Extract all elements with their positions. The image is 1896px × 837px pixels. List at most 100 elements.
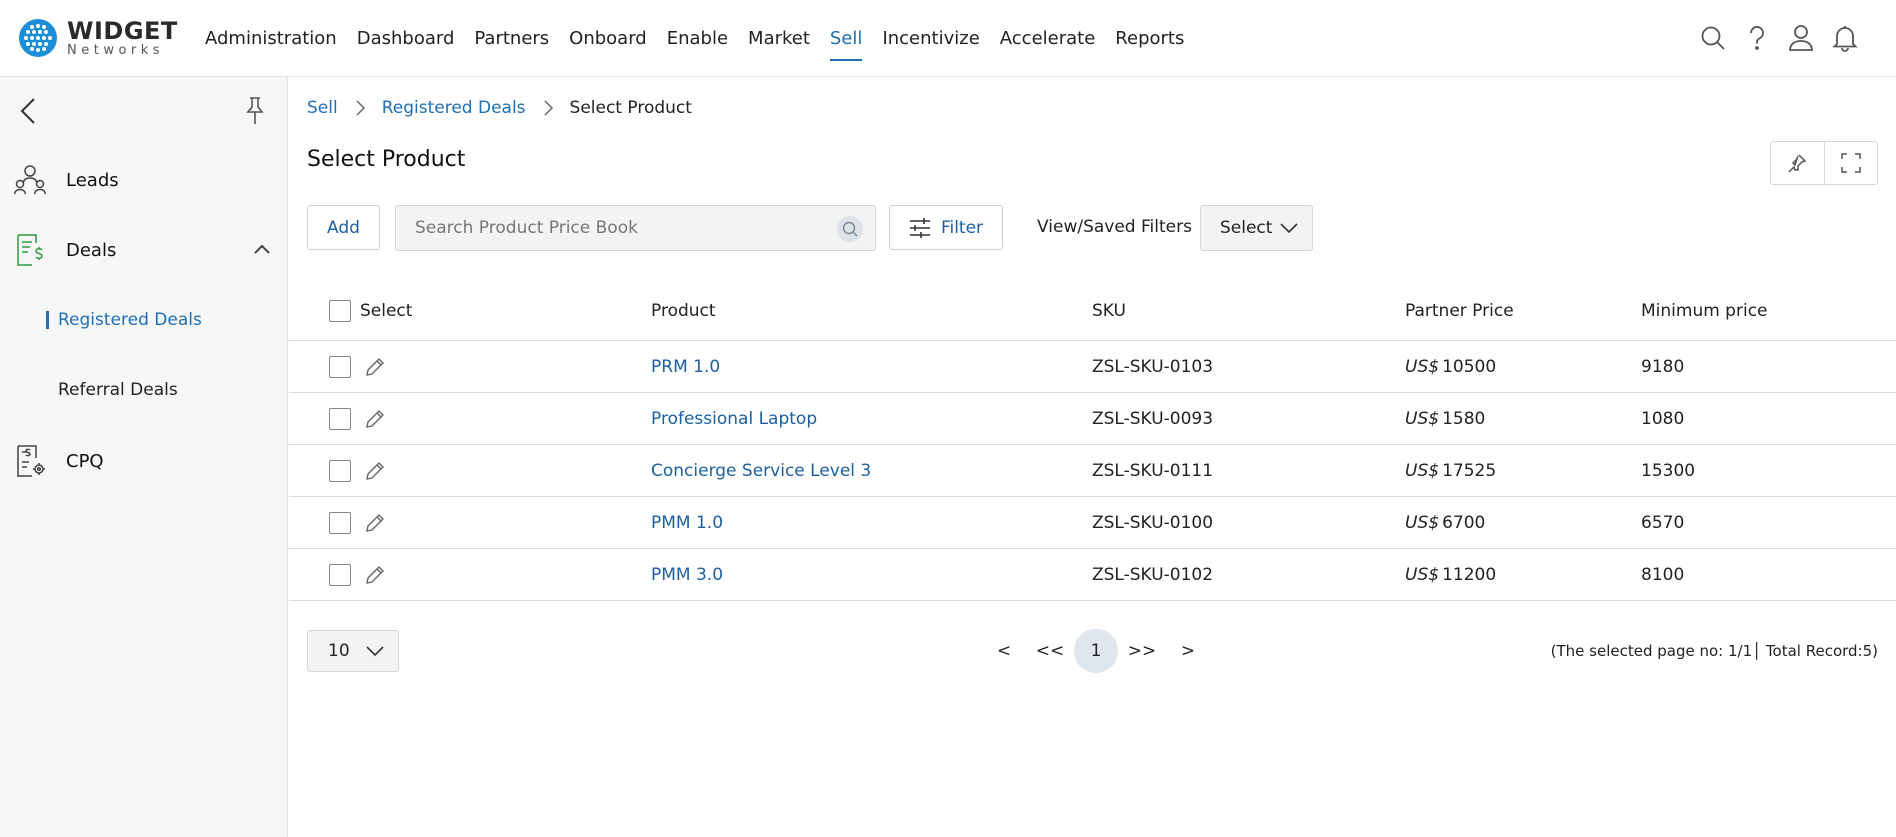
- currency: US$: [1405, 512, 1440, 533]
- page-size-value: 10: [328, 641, 350, 661]
- product-link[interactable]: PRM 1.0: [651, 341, 720, 392]
- pin-view-button[interactable]: [1771, 142, 1824, 184]
- currency: US$: [1405, 460, 1440, 481]
- minimum-price: 6570: [1641, 512, 1685, 533]
- deals-icon: [17, 234, 43, 266]
- row-checkbox[interactable]: [329, 407, 351, 430]
- product-link[interactable]: PMM 1.0: [651, 497, 723, 548]
- sidebar-subitem-registered-deals[interactable]: Registered Deals: [46, 310, 202, 330]
- expand-icon: [1841, 153, 1861, 173]
- add-button[interactable]: Add: [307, 205, 380, 250]
- currency: US$: [1405, 356, 1440, 377]
- user-icon[interactable]: [1786, 20, 1816, 56]
- sku-cell: ZSL-SKU-0093: [1092, 408, 1214, 429]
- edit-icon[interactable]: [364, 512, 386, 534]
- page-number-button[interactable]: 1: [1074, 629, 1118, 673]
- minimum-price: 1080: [1641, 408, 1685, 429]
- logo-title: WIDGET: [67, 17, 178, 45]
- nav-enable[interactable]: Enable: [667, 0, 728, 77]
- table-row: Concierge Service Level 3 ZSL-SKU-0111 U…: [289, 445, 1896, 497]
- search-icon[interactable]: [1698, 20, 1728, 56]
- sidebar-item-cpq[interactable]: CPQ: [14, 444, 272, 478]
- minimum-price: 15300: [1641, 460, 1696, 481]
- row-checkbox[interactable]: [329, 563, 351, 586]
- breadcrumb-registered-deals[interactable]: Registered Deals: [382, 98, 526, 118]
- main-content: Sell Registered Deals Select Product Sel…: [289, 77, 1896, 837]
- edit-icon[interactable]: [364, 564, 386, 586]
- row-checkbox[interactable]: [329, 511, 351, 534]
- nav-dashboard[interactable]: Dashboard: [357, 0, 455, 77]
- logo[interactable]: WIDGET Networks: [18, 18, 178, 58]
- sku-cell: ZSL-SKU-0111: [1092, 460, 1214, 481]
- page-size-select[interactable]: 10: [307, 630, 399, 672]
- partner-price: 10500: [1442, 356, 1497, 377]
- prev-page-button[interactable]: <: [982, 629, 1026, 673]
- row-checkbox[interactable]: [329, 355, 351, 378]
- sidebar-item-label: Leads: [66, 169, 119, 191]
- bell-icon[interactable]: [1830, 20, 1860, 56]
- sidebar-item-leads[interactable]: Leads: [14, 163, 272, 197]
- pin-icon: [246, 97, 264, 124]
- edit-icon[interactable]: [364, 408, 386, 430]
- search-input[interactable]: [396, 206, 875, 250]
- logo-icon: [19, 19, 57, 57]
- product-link[interactable]: Concierge Service Level 3: [651, 445, 871, 496]
- pin-icon: [1788, 154, 1807, 173]
- partner-price: 1580: [1442, 408, 1486, 429]
- chevron-left-icon: [20, 98, 35, 124]
- nav-reports[interactable]: Reports: [1115, 0, 1184, 77]
- sliders-icon: [909, 217, 930, 238]
- pin-sidebar-button[interactable]: [242, 95, 268, 127]
- edit-icon[interactable]: [364, 356, 386, 378]
- table-row: PMM 3.0 ZSL-SKU-0102 US$ 11200 8100: [289, 549, 1896, 601]
- next-page-button[interactable]: >: [1166, 629, 1210, 673]
- currency: US$: [1405, 408, 1440, 429]
- sidebar-item-label: Deals: [66, 239, 117, 261]
- sku-cell: ZSL-SKU-0100: [1092, 512, 1214, 533]
- filter-label: Filter: [940, 217, 984, 238]
- sidebar-subitem-referral-deals[interactable]: Referral Deals: [58, 380, 178, 400]
- products-table: Select Product SKU Partner Price Minimum…: [289, 281, 1896, 601]
- nav-administration[interactable]: Administration: [205, 0, 337, 77]
- page-info: (The selected page no: 1/1│ Total Record…: [1550, 642, 1878, 660]
- saved-filters-label: View/Saved Filters: [1037, 217, 1192, 237]
- header-sku: SKU: [1092, 300, 1126, 321]
- view-tools: [1770, 141, 1878, 185]
- header-product: Product: [651, 300, 716, 321]
- chevron-down-icon: [1280, 223, 1298, 234]
- nav-market[interactable]: Market: [748, 0, 810, 77]
- sidebar-item-deals[interactable]: Deals: [14, 233, 272, 267]
- fullscreen-button[interactable]: [1823, 142, 1877, 184]
- filter-button[interactable]: Filter: [889, 205, 1003, 250]
- breadcrumb-sell[interactable]: Sell: [307, 98, 338, 118]
- first-page-button[interactable]: <<: [1028, 629, 1072, 673]
- cpq-icon: [17, 445, 45, 477]
- saved-filters-select[interactable]: Select: [1200, 205, 1313, 251]
- nav-incentivize[interactable]: Incentivize: [882, 0, 979, 77]
- row-checkbox[interactable]: [329, 459, 351, 482]
- select-all-checkbox[interactable]: [329, 299, 351, 322]
- saved-filters-value: Select: [1220, 218, 1273, 238]
- header-partner-price: Partner Price: [1405, 300, 1514, 321]
- nav-accelerate[interactable]: Accelerate: [1000, 0, 1096, 77]
- edit-icon[interactable]: [364, 460, 386, 482]
- minimum-price: 9180: [1641, 356, 1685, 377]
- nav-onboard[interactable]: Onboard: [569, 0, 647, 77]
- chevron-down-icon: [366, 646, 384, 657]
- product-link[interactable]: PMM 3.0: [651, 549, 723, 600]
- product-link[interactable]: Professional Laptop: [651, 393, 817, 444]
- last-page-button[interactable]: >>: [1120, 629, 1164, 673]
- chevron-right-icon: [544, 100, 553, 116]
- sku-cell: ZSL-SKU-0102: [1092, 564, 1214, 585]
- nav-sell[interactable]: Sell: [829, 0, 862, 77]
- page-title: Select Product: [307, 147, 466, 172]
- search-icon[interactable]: [837, 216, 863, 242]
- chevron-up-icon[interactable]: [252, 239, 272, 259]
- search-field: [395, 205, 876, 251]
- currency: US$: [1405, 564, 1440, 585]
- nav-partners[interactable]: Partners: [474, 0, 549, 77]
- collapse-sidebar-button[interactable]: [16, 95, 40, 127]
- main-nav: Administration Dashboard Partners Onboar…: [205, 0, 1204, 77]
- help-icon[interactable]: [1742, 20, 1772, 56]
- chevron-right-icon: [356, 100, 365, 116]
